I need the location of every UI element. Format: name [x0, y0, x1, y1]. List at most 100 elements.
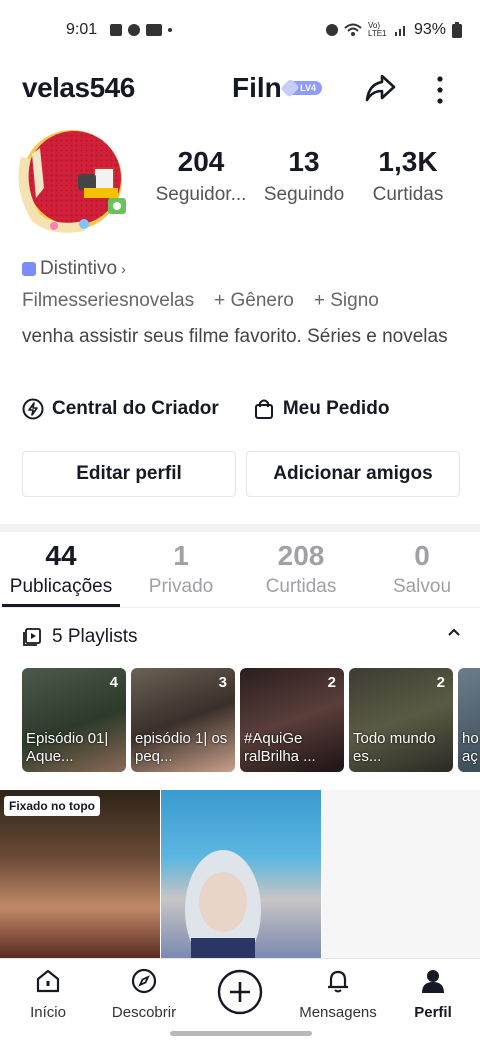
more-options-button[interactable] — [426, 70, 454, 106]
nav-home-label: Início — [30, 1004, 66, 1021]
tab-private-label: Privado — [148, 576, 214, 597]
add-sign-tag[interactable]: + Signo — [314, 290, 379, 312]
badge-label: Distintivo — [40, 258, 118, 279]
likes-label: Curtidas — [372, 184, 444, 205]
nav-discover[interactable]: Descobrir — [99, 967, 189, 1021]
following-label: Seguindo — [263, 184, 345, 205]
playlist-carousel[interactable]: 4 Episódio 01| Aque... 3 episódio 1| os … — [22, 668, 480, 772]
add-friends-button[interactable]: Adicionar amigos — [246, 451, 460, 497]
nav-profile-label: Perfil — [414, 1004, 452, 1021]
compass-icon — [131, 968, 157, 994]
plus-icon — [217, 969, 263, 1015]
image-icon — [110, 24, 122, 36]
profile-links: Central do Criador Meu Pedido — [22, 398, 389, 420]
level-badge[interactable]: LV4 — [284, 81, 322, 95]
profile-top-bar: velas546 Filn LV4 — [0, 62, 480, 114]
section-divider — [0, 524, 480, 532]
battery-percent: 93% — [413, 21, 446, 38]
tab-publications-label: Publicações — [9, 576, 113, 597]
empty-grid-cell — [322, 790, 480, 958]
tab-publications-count: 44 — [45, 540, 77, 571]
lightning-icon — [22, 398, 44, 420]
playlist-title: Todo mundo es... — [353, 730, 436, 765]
followers-count: 204 — [177, 146, 225, 177]
avatar-image — [18, 130, 126, 233]
likes-count: 1,3K — [378, 146, 438, 177]
following-count: 13 — [288, 146, 320, 177]
signal-icon — [394, 26, 405, 36]
tab-liked-label: Curtidas — [265, 576, 337, 597]
status-bar: 9:01 Vo) LTE1 93% — [0, 0, 480, 62]
playlist-video-count: 2 — [327, 674, 336, 691]
playlist-video-count: 4 — [109, 674, 118, 691]
more-vertical-icon — [437, 76, 443, 104]
profile-title: Filn — [232, 72, 282, 103]
pinned-label: Fixado no topo — [4, 796, 100, 816]
tab-saved-count: 0 — [414, 540, 430, 571]
username[interactable]: velas546 — [22, 72, 135, 104]
more-notifications-icon — [168, 28, 172, 32]
bottom-navigation: Início Descobrir Mensagens Perfil — [0, 958, 480, 1042]
tab-publications[interactable]: 44 Publicações — [0, 540, 122, 598]
creator-center-label: Central do Criador — [52, 398, 219, 419]
battery-icon — [452, 22, 462, 38]
profile-stats: 204 Seguidor... 13 Seguindo 1,3K Curtida… — [140, 146, 470, 226]
wifi-icon — [344, 23, 362, 36]
tab-saved[interactable]: 0 Salvou — [366, 540, 478, 598]
nav-profile[interactable]: Perfil — [388, 967, 478, 1021]
status-time: 9:01 — [66, 21, 98, 38]
nav-create[interactable] — [195, 969, 285, 1020]
playlists-header[interactable]: 5 Playlists — [22, 622, 462, 652]
followers-stat[interactable]: 204 Seguidor... — [146, 146, 256, 206]
home-indicator[interactable] — [170, 1031, 312, 1036]
my-orders-link[interactable]: Meu Pedido — [253, 398, 390, 420]
playlist-card[interactable]: 3 episódio 1| os peq... — [131, 668, 235, 772]
tab-liked-count: 208 — [277, 540, 325, 571]
playlist-icon — [23, 628, 41, 646]
profile-tags: Filmesseriesnovelas + Gênero + Signo — [22, 290, 379, 312]
playlist-card[interactable]: 2 #AquiGe ralBrilha ... — [240, 668, 344, 772]
tab-liked[interactable]: 208 Curtidas — [246, 540, 356, 598]
chevron-up-icon[interactable] — [446, 624, 462, 640]
notification-icons — [110, 24, 172, 36]
home-icon — [36, 969, 60, 993]
my-orders-label: Meu Pedido — [282, 398, 390, 419]
playlist-card[interactable]: 2 Todo mundo es... — [349, 668, 453, 772]
creator-center-link[interactable]: Central do Criador — [22, 398, 219, 420]
playlists-label: 5 Playlists — [52, 626, 138, 647]
following-stat[interactable]: 13 Seguindo — [256, 146, 352, 206]
playlist-title: Episódio 01| Aque... — [26, 730, 109, 765]
chevron-right-icon: › — [121, 261, 126, 277]
tab-private-count: 1 — [173, 540, 189, 571]
gamepad-icon — [146, 24, 162, 36]
nav-messages-label: Mensagens — [299, 1004, 377, 1021]
playlist-video-count: 2 — [436, 674, 445, 691]
network-label: Vo) LTE1 — [367, 21, 387, 38]
add-genre-tag[interactable]: + Gênero — [214, 290, 294, 312]
tab-saved-label: Salvou — [392, 576, 452, 597]
share-icon — [365, 74, 396, 102]
playlist-card[interactable]: 4 Episódio 01| Aque... — [22, 668, 126, 772]
nav-home[interactable]: Início — [3, 967, 93, 1021]
playlist-title: ho aç — [462, 730, 479, 765]
profile-bio[interactable]: venha assistir seus filme favorito. Séri… — [22, 324, 462, 350]
category-tag[interactable]: Filmesseriesnovelas — [22, 290, 194, 312]
likes-stat[interactable]: 1,3K Curtidas — [362, 146, 454, 206]
bell-icon — [328, 970, 348, 993]
person-icon — [422, 970, 444, 993]
edit-profile-button[interactable]: Editar perfil — [22, 451, 236, 497]
nav-discover-label: Descobrir — [111, 1004, 177, 1021]
nav-messages[interactable]: Mensagens — [293, 967, 383, 1021]
playlist-video-count: 3 — [218, 674, 227, 691]
avatar[interactable] — [14, 128, 132, 234]
active-tab-indicator — [2, 604, 120, 607]
badge-icon — [22, 262, 36, 276]
shopping-bag-icon — [254, 399, 273, 419]
tab-private[interactable]: 1 Privado — [126, 540, 236, 598]
share-button[interactable] — [362, 70, 398, 106]
badge-link[interactable]: Distintivo › — [22, 258, 126, 280]
video-thumbnail[interactable] — [161, 790, 321, 958]
video-thumbnail[interactable]: Fixado no topo — [0, 790, 160, 958]
playlist-card[interactable]: ho aç — [458, 668, 480, 772]
alarm-icon — [325, 24, 338, 36]
